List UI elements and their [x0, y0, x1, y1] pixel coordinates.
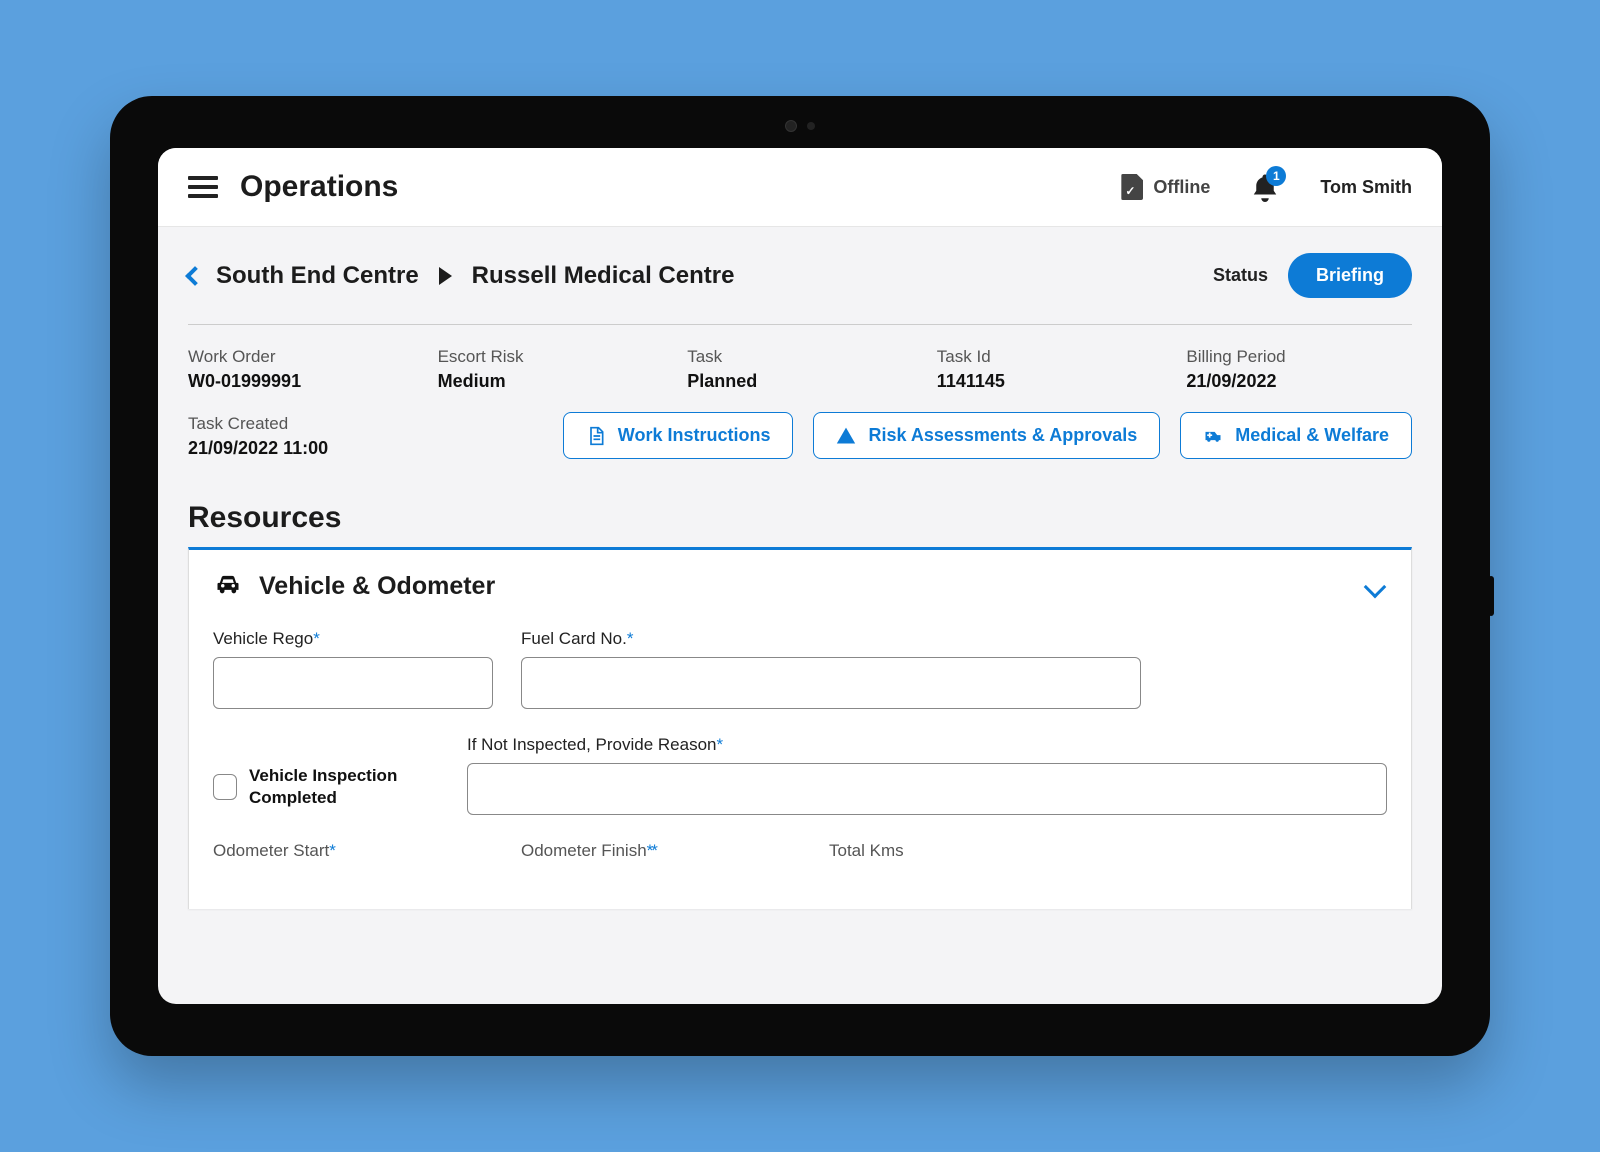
offline-label: Offline	[1153, 177, 1210, 198]
tablet-camera	[785, 120, 815, 132]
meta-work-order: Work Order W0-01999991	[188, 347, 414, 392]
user-name[interactable]: Tom Smith	[1320, 177, 1412, 198]
vehicle-rego-input[interactable]	[213, 657, 493, 709]
meta-task: Task Planned	[687, 347, 913, 392]
odometer-finish-label: Odometer Finish**	[521, 841, 801, 861]
work-instructions-button[interactable]: Work Instructions	[563, 412, 794, 459]
car-icon	[213, 570, 243, 603]
card-header[interactable]: Vehicle & Odometer	[213, 570, 1387, 603]
vehicle-odometer-card: Vehicle & Odometer Vehicle Rego* Fuel Ca…	[188, 547, 1412, 909]
back-button[interactable]	[185, 266, 205, 286]
fuel-card-input[interactable]	[521, 657, 1141, 709]
reason-field-group: If Not Inspected, Provide Reason*	[467, 735, 1387, 815]
breadcrumb-from[interactable]: South End Centre	[216, 262, 419, 290]
vehicle-rego-field-group: Vehicle Rego*	[213, 629, 493, 709]
ambulance-icon	[1203, 426, 1223, 446]
odometer-start-label: Odometer Start*	[213, 841, 493, 861]
reason-label: If Not Inspected, Provide Reason*	[467, 735, 1387, 755]
fuel-card-field-group: Fuel Card No.*	[521, 629, 1141, 709]
offline-download-icon	[1121, 174, 1143, 200]
work-order-meta: Work Order W0-01999991 Escort Risk Mediu…	[158, 325, 1442, 392]
meta-task-created: Task Created 21/09/2022 11:00	[188, 414, 448, 459]
medical-welfare-button[interactable]: Medical & Welfare	[1180, 412, 1412, 459]
page-title: Operations	[240, 170, 398, 204]
menu-icon[interactable]	[188, 176, 218, 198]
chevron-right-icon	[439, 267, 452, 285]
tablet-frame: Operations Offline 1 Tom Smith South End…	[110, 96, 1490, 1056]
reason-input[interactable]	[467, 763, 1387, 815]
resources-heading: Resources	[158, 469, 1442, 547]
notification-count-badge: 1	[1266, 166, 1286, 186]
fuel-card-label: Fuel Card No.*	[521, 629, 1141, 649]
odometer-start-field-group: Odometer Start*	[213, 841, 493, 869]
odometer-finish-field-group: Odometer Finish**	[521, 841, 801, 869]
warning-icon	[836, 426, 856, 446]
task-action-row: Task Created 21/09/2022 11:00 Work Instr…	[158, 392, 1442, 469]
document-icon	[586, 426, 606, 446]
offline-indicator[interactable]: Offline	[1121, 174, 1210, 200]
status-badge[interactable]: Briefing	[1288, 253, 1412, 298]
status-label: Status	[1213, 265, 1268, 286]
meta-billing-period: Billing Period 21/09/2022	[1186, 347, 1412, 392]
tablet-power-button	[1488, 576, 1494, 616]
meta-escort-risk: Escort Risk Medium	[438, 347, 664, 392]
total-kms-label: Total Kms	[829, 841, 904, 861]
vehicle-inspection-checkbox[interactable]	[213, 774, 237, 800]
meta-task-id: Task Id 1141145	[937, 347, 1163, 392]
risk-assessments-button[interactable]: Risk Assessments & Approvals	[813, 412, 1160, 459]
vehicle-inspection-checkbox-row: Vehicle Inspection Completed	[213, 765, 439, 809]
collapse-chevron-icon[interactable]	[1364, 575, 1387, 598]
notifications-button[interactable]: 1	[1250, 172, 1280, 202]
breadcrumb-bar: South End Centre Russell Medical Centre …	[158, 227, 1442, 316]
app-header: Operations Offline 1 Tom Smith	[158, 148, 1442, 227]
vehicle-inspection-label: Vehicle Inspection Completed	[249, 765, 439, 809]
card-title: Vehicle & Odometer	[259, 572, 495, 601]
app-screen: Operations Offline 1 Tom Smith South End…	[158, 148, 1442, 1004]
total-kms-field-group: Total Kms	[829, 841, 904, 869]
vehicle-rego-label: Vehicle Rego*	[213, 629, 493, 649]
breadcrumb-to[interactable]: Russell Medical Centre	[472, 262, 735, 290]
